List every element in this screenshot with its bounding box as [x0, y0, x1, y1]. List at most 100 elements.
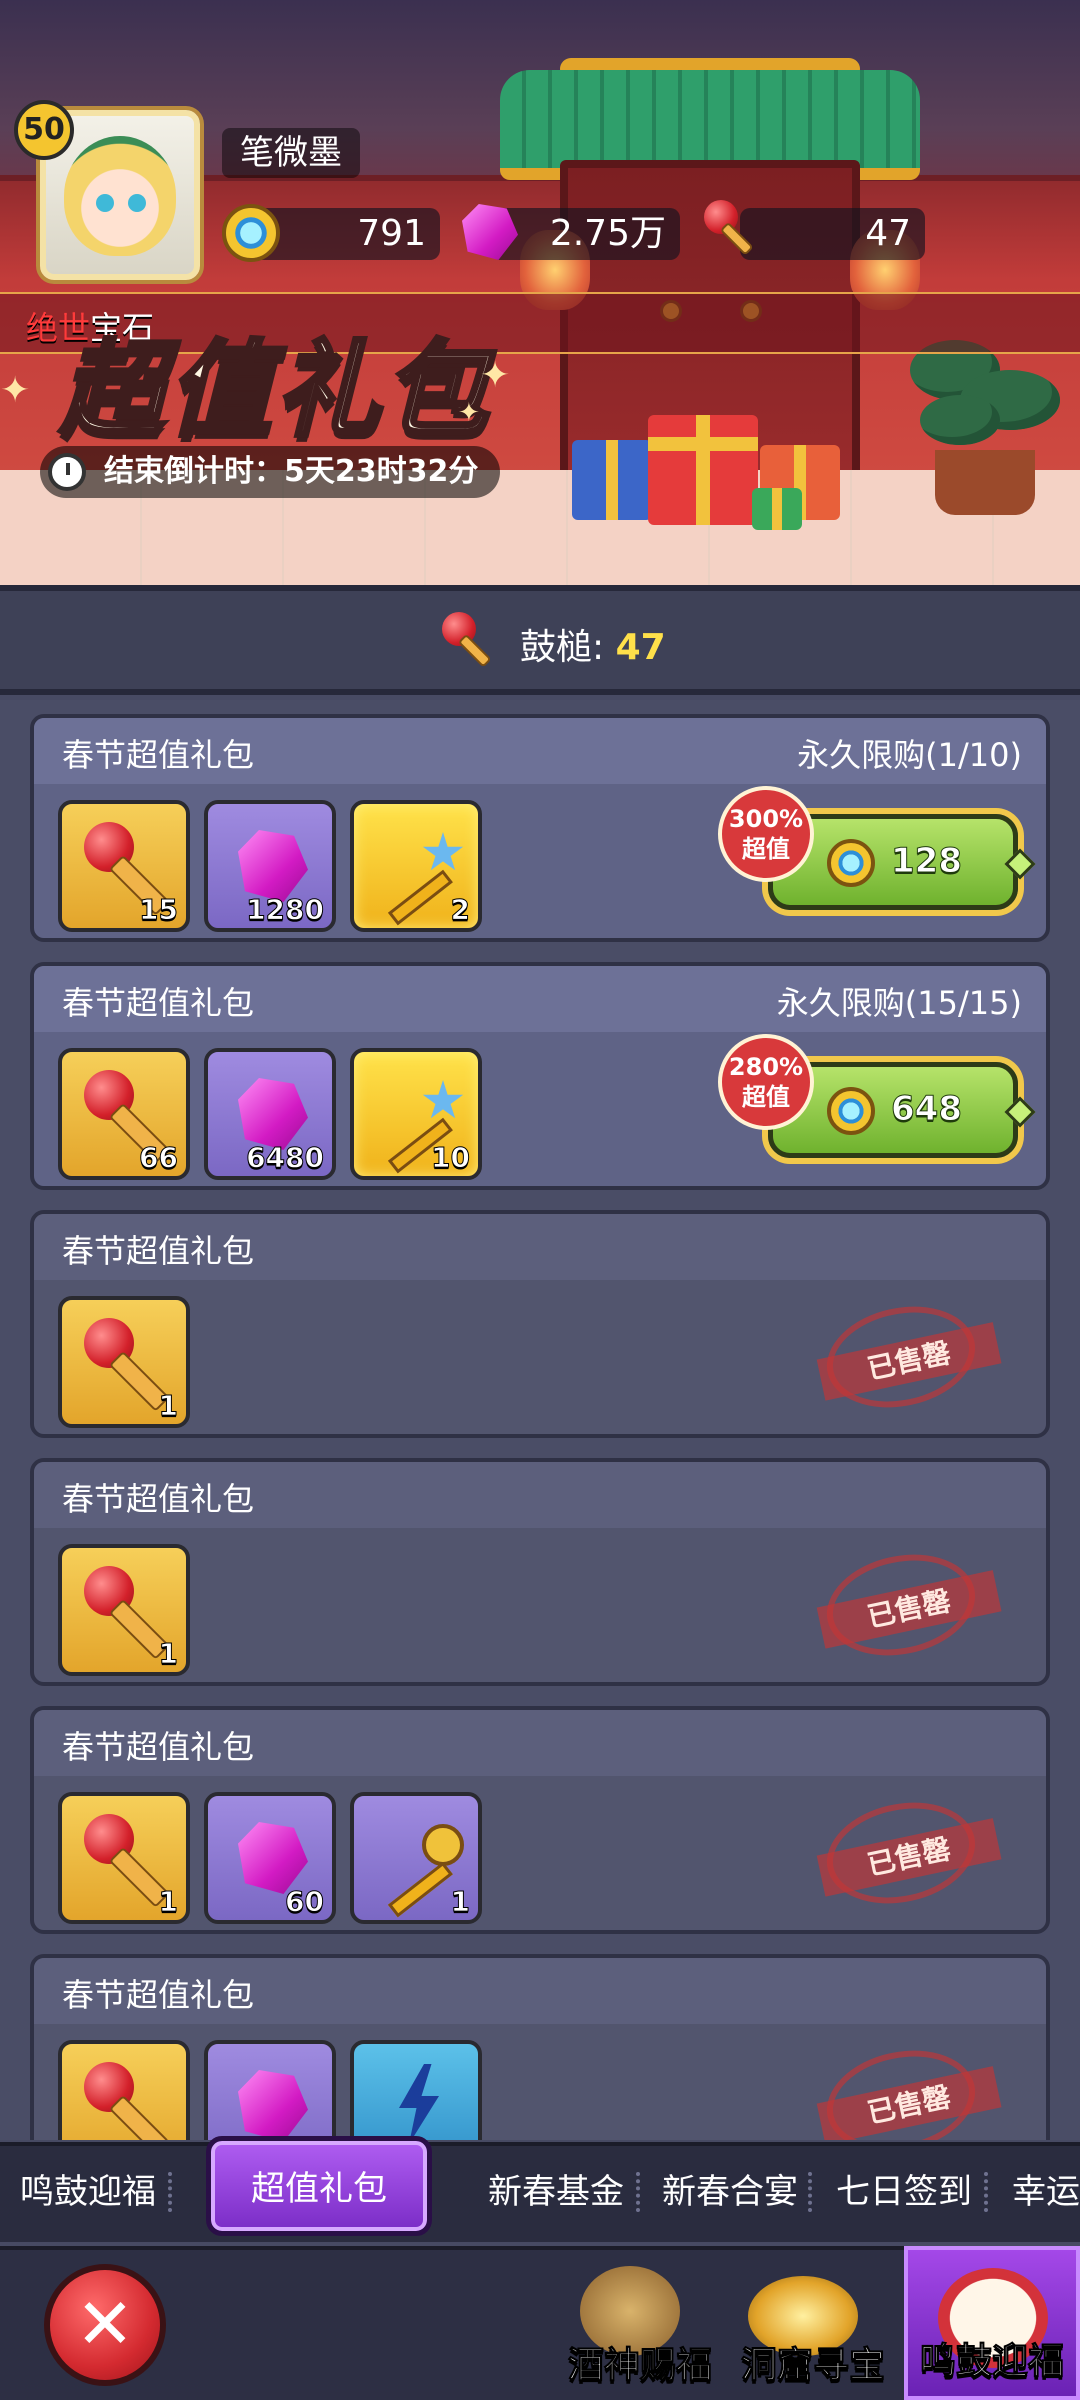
currency-value: 47: [615, 627, 666, 668]
value-badge: 300% 超值: [718, 786, 814, 882]
mallet-balance: 47: [740, 208, 925, 260]
purchase-limit: 永久限购(1/10): [797, 736, 1022, 774]
coin-count: 791: [357, 213, 426, 254]
package-title: 春节超值礼包: [62, 1232, 255, 1270]
bonsai-leaf: [920, 395, 1000, 445]
package-title: 春节超值礼包: [62, 1480, 255, 1518]
gem-icon: [238, 2070, 308, 2140]
package-title: 春节超值礼包: [62, 1728, 255, 1766]
reward-item[interactable]: 1: [58, 1544, 190, 1676]
gift-box-icon: [572, 440, 652, 520]
gem-icon: [238, 1078, 308, 1150]
currency-display: 鼓槌: 47: [520, 618, 666, 670]
banner-title: 超值礼包: [58, 327, 493, 453]
gem-balance: 2.75万: [490, 208, 680, 260]
reward-item[interactable]: 10: [350, 1048, 482, 1180]
package-list[interactable]: 春节超值礼包 永久限购(1/10) 15 1280 2 128 300% 超值 …: [0, 700, 1080, 2140]
package-card: 春节超值礼包 已售罄: [30, 1954, 1050, 2140]
sold-out-stamp: 已售罄: [816, 1293, 1002, 1421]
item-count: 6480: [246, 1141, 325, 1175]
coin-icon: [222, 204, 280, 262]
reward-item[interactable]: 1280: [204, 800, 336, 932]
sold-out-text: 已售罄: [816, 1570, 1002, 1649]
item-count: 1280: [246, 893, 325, 927]
clock-icon: [48, 453, 86, 491]
sold-out-stamp: 已售罄: [816, 2037, 1002, 2140]
sold-out-stamp: 已售罄: [816, 1541, 1002, 1669]
tab-value-pack[interactable]: 超值礼包: [206, 2136, 432, 2236]
value-badge: 280% 超值: [718, 1034, 814, 1130]
tab-drum-blessing[interactable]: 鸣鼓迎福: [20, 2152, 156, 2232]
package-card: 春节超值礼包 永久限购(15/15) 66 6480 10 648 280% 超…: [30, 962, 1050, 1190]
countdown-timer: 结束倒计时：5天23时32分: [40, 446, 501, 498]
mallet-icon: [704, 200, 764, 260]
countdown-text: 结束倒计时：5天23时32分: [104, 454, 479, 489]
value-percent: 280%: [728, 1053, 804, 1081]
item-count: 15: [139, 893, 179, 927]
package-card: 春节超值礼包 1 已售罄: [30, 1210, 1050, 1438]
buy-price: 128: [891, 841, 963, 882]
sold-out-text: 已售罄: [816, 1322, 1002, 1401]
value-text: 超值: [742, 835, 790, 863]
item-count: 2: [450, 893, 471, 927]
tab-lucky[interactable]: 幸运: [1012, 2152, 1080, 2232]
close-button[interactable]: ✕: [44, 2264, 166, 2386]
lightning-icon: [399, 2064, 439, 2140]
reward-item[interactable]: [58, 2040, 190, 2140]
app-root: 绝世宝石 超值礼包 ✦ ✦ ✦ 结束倒计时：5天23时32分 50 笔微墨 79…: [0, 0, 1080, 2400]
item-count: 10: [431, 1141, 471, 1175]
package-card: 春节超值礼包 永久限购(1/10) 15 1280 2 128 300% 超值: [30, 714, 1050, 942]
buy-price: 648: [891, 1089, 963, 1130]
avatar-eye: [128, 194, 146, 212]
reward-item[interactable]: 66: [58, 1048, 190, 1180]
bonsai-pot: [935, 450, 1035, 515]
tab-divider: [168, 2172, 172, 2212]
sparkle-icon: ✦: [480, 355, 511, 396]
item-count: 1: [158, 1637, 179, 1671]
purchase-limit: 永久限购(15/15): [776, 984, 1022, 1022]
reward-item[interactable]: 60: [204, 1792, 336, 1924]
reward-item[interactable]: [204, 2040, 336, 2140]
tab-new-year-fund[interactable]: 新春基金: [488, 2152, 624, 2232]
value-percent: 300%: [728, 805, 804, 833]
tab-new-year-feast[interactable]: 新春合宴: [662, 2152, 798, 2232]
gem-icon: [238, 1822, 308, 1894]
reward-item[interactable]: [350, 2040, 482, 2140]
nav-cave-treasure[interactable]: 洞窟寻宝: [728, 2246, 898, 2400]
reward-item[interactable]: 1: [350, 1792, 482, 1924]
currency-label: 鼓槌:: [520, 627, 605, 668]
nav-wine-god-blessing[interactable]: 酒神赐福: [560, 2246, 720, 2400]
mallet-count: 47: [865, 213, 911, 254]
reward-item[interactable]: 15: [58, 800, 190, 932]
sold-out-stamp: 已售罄: [816, 1789, 1002, 1917]
reward-item[interactable]: 2: [350, 800, 482, 932]
nav-label: 鸣鼓迎福: [919, 2341, 1064, 2383]
mallet-icon: [442, 612, 502, 672]
close-icon: ✕: [75, 2283, 135, 2365]
package-card: 春节超值礼包 1 60 1 已售罄: [30, 1706, 1050, 1934]
nav-label: 洞窟寻宝: [740, 2345, 885, 2387]
coin-icon: [827, 839, 875, 887]
tab-divider: [984, 2172, 988, 2212]
diamond-icon: [1004, 848, 1036, 880]
tab-divider: [636, 2172, 640, 2212]
avatar-eye: [96, 194, 114, 212]
gem-icon: [238, 830, 308, 902]
reward-item[interactable]: 1: [58, 1792, 190, 1924]
gift-box-icon: [752, 488, 802, 530]
sold-out-text: 已售罄: [816, 1818, 1002, 1897]
reward-item[interactable]: 1: [58, 1296, 190, 1428]
gift-box-icon: [648, 415, 758, 525]
sold-out-text: 已售罄: [816, 2066, 1002, 2140]
nav-drum-blessing[interactable]: 鸣鼓迎福: [904, 2246, 1080, 2400]
tab-divider: [808, 2172, 812, 2212]
reward-item[interactable]: 6480: [204, 1048, 336, 1180]
avatar-portrait: [64, 136, 176, 256]
sparkle-icon: ✦: [0, 370, 31, 411]
package-title: 春节超值礼包: [62, 984, 255, 1022]
value-text: 超值: [742, 1083, 790, 1111]
tab-seven-day-checkin[interactable]: 七日签到: [836, 2152, 972, 2232]
item-count: 1: [158, 1885, 179, 1919]
nav-label: 酒神赐福: [567, 2345, 712, 2387]
player-name: 笔微墨: [222, 128, 360, 178]
